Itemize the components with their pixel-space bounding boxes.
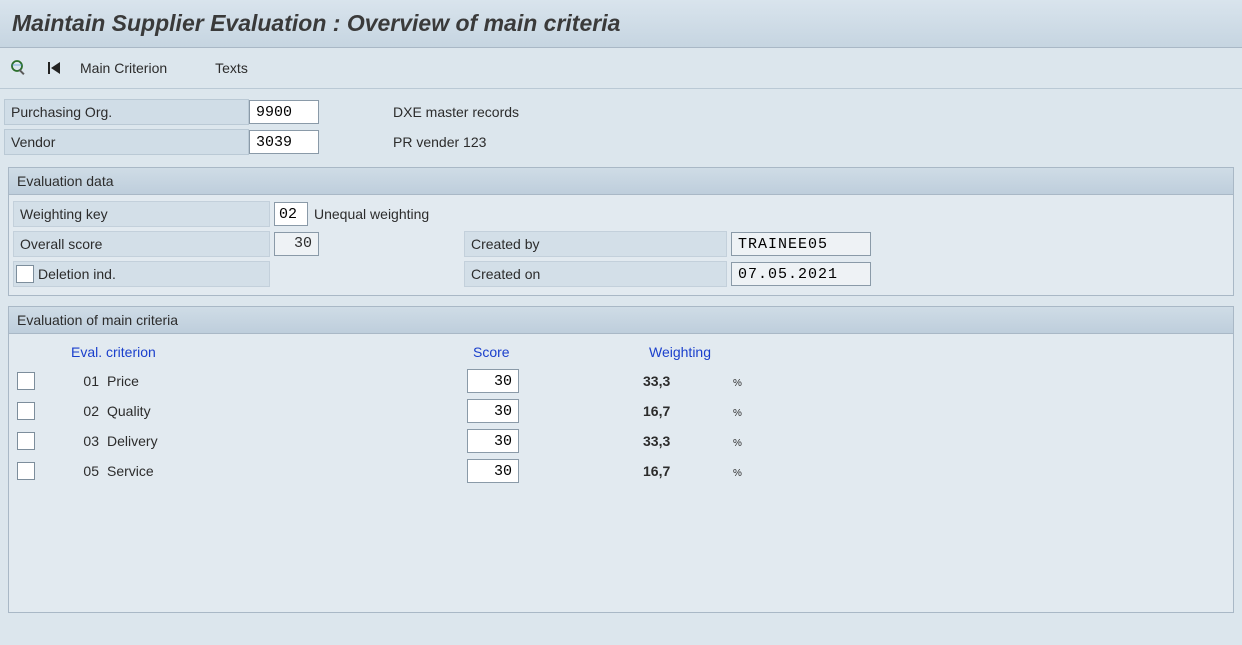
criteria-row: 05 Service 16,7 % xyxy=(13,456,1229,486)
evaluation-data-group: Evaluation data Weighting key Unequal we… xyxy=(8,167,1234,296)
detail-view-icon[interactable] xyxy=(8,57,30,79)
texts-button[interactable]: Texts xyxy=(205,56,258,80)
criteria-weighting: 16,7 xyxy=(643,463,733,479)
percent-sign-icon: % xyxy=(733,468,742,479)
criteria-checkbox[interactable] xyxy=(17,462,35,480)
col-weighting: Weighting xyxy=(649,344,849,360)
content-area: Purchasing Org. DXE master records Vendo… xyxy=(0,89,1242,621)
criteria-checkbox[interactable] xyxy=(17,372,35,390)
created-on-label: Created on xyxy=(464,261,727,287)
criteria-checkbox[interactable] xyxy=(17,402,35,420)
criteria-code: 03 xyxy=(63,433,107,449)
deletion-ind-cell: Deletion ind. xyxy=(13,261,270,287)
percent-sign-icon: % xyxy=(733,408,742,419)
overall-score-label: Overall score xyxy=(13,231,270,257)
col-score: Score xyxy=(473,344,649,360)
criteria-weighting: 16,7 xyxy=(643,403,733,419)
weighting-key-description: Unequal weighting xyxy=(308,206,429,222)
criteria-name: Price xyxy=(107,373,467,389)
criteria-row: 01 Price 33,3 % xyxy=(13,366,1229,396)
purchasing-org-label: Purchasing Org. xyxy=(4,99,249,125)
page-title: Maintain Supplier Evaluation : Overview … xyxy=(12,10,1230,37)
purchasing-org-row: Purchasing Org. DXE master records xyxy=(4,97,1238,127)
created-by-label: Created by xyxy=(464,231,727,257)
purchasing-org-input[interactable] xyxy=(249,100,319,124)
col-eval-criterion: Eval. criterion xyxy=(63,344,473,360)
criteria-score-input[interactable] xyxy=(467,369,519,393)
main-criterion-button[interactable]: Main Criterion xyxy=(70,56,177,80)
weighting-key-label: Weighting key xyxy=(13,201,270,227)
criteria-weighting: 33,3 xyxy=(643,433,733,449)
overall-score-row: Overall score 30 Created by xyxy=(13,229,1229,259)
evaluation-data-title: Evaluation data xyxy=(9,167,1233,195)
criteria-row: 03 Delivery 33,3 % xyxy=(13,426,1229,456)
title-bar: Maintain Supplier Evaluation : Overview … xyxy=(0,0,1242,48)
criteria-name: Delivery xyxy=(107,433,467,449)
percent-sign-icon: % xyxy=(733,378,742,389)
criteria-weighting: 33,3 xyxy=(643,373,733,389)
criteria-score-input[interactable] xyxy=(467,459,519,483)
weighting-key-input[interactable] xyxy=(274,202,308,226)
overall-score-value: 30 xyxy=(274,232,319,256)
criteria-score-input[interactable] xyxy=(467,399,519,423)
created-on-value xyxy=(731,262,871,286)
criteria-title: Evaluation of main criteria xyxy=(9,306,1233,334)
criteria-code: 01 xyxy=(63,373,107,389)
weighting-key-row: Weighting key Unequal weighting xyxy=(13,199,1229,229)
criteria-score-input[interactable] xyxy=(467,429,519,453)
percent-sign-icon: % xyxy=(733,438,742,449)
criteria-name: Service xyxy=(107,463,467,479)
vendor-row: Vendor PR vender 123 xyxy=(4,127,1238,157)
criteria-checkbox[interactable] xyxy=(17,432,35,450)
vendor-description: PR vender 123 xyxy=(387,134,486,150)
first-record-icon[interactable] xyxy=(44,57,66,79)
vendor-label: Vendor xyxy=(4,129,249,155)
criteria-code: 02 xyxy=(63,403,107,419)
deletion-ind-label: Deletion ind. xyxy=(34,266,116,282)
toolbar: Main Criterion Texts xyxy=(0,48,1242,89)
deletion-ind-row: Deletion ind. Created on xyxy=(13,259,1229,289)
criteria-name: Quality xyxy=(107,403,467,419)
criteria-row: 02 Quality 16,7 % xyxy=(13,396,1229,426)
deletion-ind-checkbox[interactable] xyxy=(16,265,34,283)
criteria-header: Eval. criterion Score Weighting xyxy=(13,338,1229,366)
criteria-code: 05 xyxy=(63,463,107,479)
criteria-group: Evaluation of main criteria Eval. criter… xyxy=(8,306,1234,613)
vendor-input[interactable] xyxy=(249,130,319,154)
purchasing-org-description: DXE master records xyxy=(387,104,519,120)
created-by-value xyxy=(731,232,871,256)
